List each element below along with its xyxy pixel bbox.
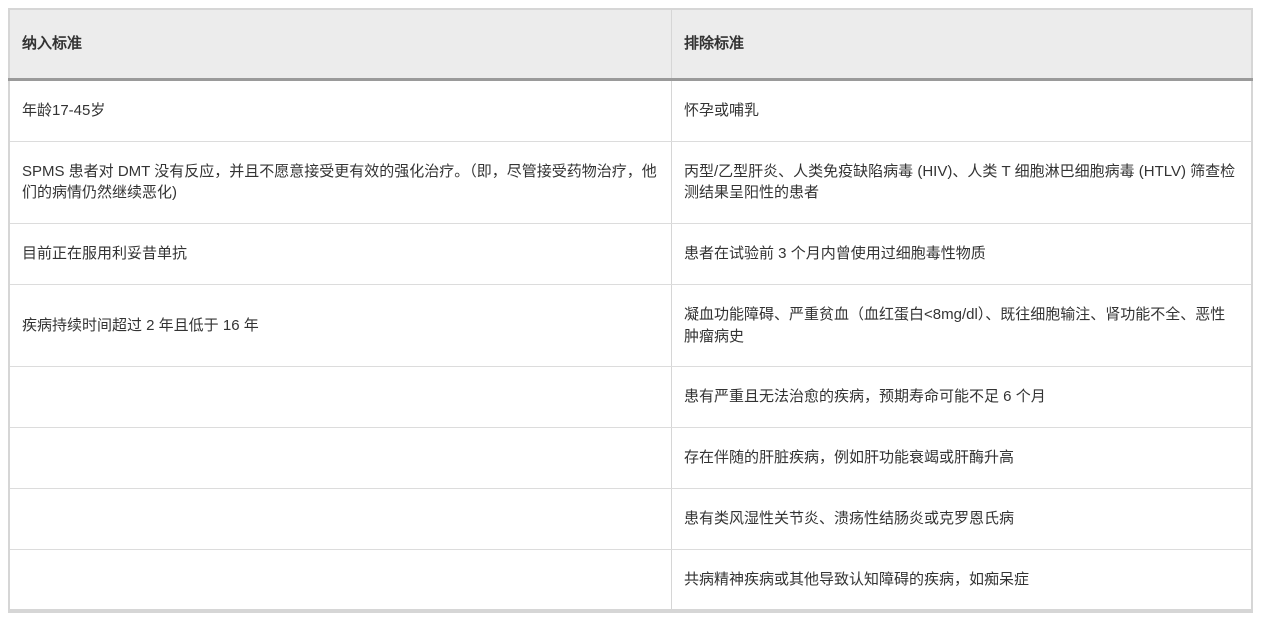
table-row: SPMS 患者对 DMT 没有反应，并且不愿意接受更有效的强化治疗。（即，尽管接… (9, 141, 1252, 224)
table-row: 患有类风湿性关节炎、溃疡性结肠炎或克罗恩氏病 (9, 488, 1252, 549)
exclusion-cell: 患有类风湿性关节炎、溃疡性结肠炎或克罗恩氏病 (672, 488, 1252, 549)
exclusion-cell: 患有严重且无法治愈的疾病，预期寿命可能不足 6 个月 (672, 367, 1252, 428)
inclusion-cell: 疾病持续时间超过 2 年且低于 16 年 (9, 284, 672, 367)
inclusion-cell (9, 428, 672, 489)
exclusion-cell: 共病精神疾病或其他导致认知障碍的疾病，如痴呆症 (672, 549, 1252, 611)
inclusion-criteria-header: 纳入标准 (9, 9, 672, 79)
table-row: 目前正在服用利妥昔单抗患者在试验前 3 个月内曾使用过细胞毒性物质 (9, 224, 1252, 285)
table-row: 年龄17-45岁怀孕或哺乳 (9, 79, 1252, 141)
inclusion-cell (9, 367, 672, 428)
inclusion-cell: 年龄17-45岁 (9, 79, 672, 141)
inclusion-cell (9, 549, 672, 611)
exclusion-cell: 丙型/乙型肝炎、人类免疫缺陷病毒 (HIV)、人类 T 细胞淋巴细胞病毒 (HT… (672, 141, 1252, 224)
table-row: 共病精神疾病或其他导致认知障碍的疾病，如痴呆症 (9, 549, 1252, 611)
inclusion-cell (9, 488, 672, 549)
exclusion-cell: 怀孕或哺乳 (672, 79, 1252, 141)
criteria-table: 纳入标准 排除标准 年龄17-45岁怀孕或哺乳SPMS 患者对 DMT 没有反应… (8, 8, 1253, 613)
criteria-table-body: 年龄17-45岁怀孕或哺乳SPMS 患者对 DMT 没有反应，并且不愿意接受更有… (9, 79, 1252, 611)
exclusion-cell: 凝血功能障碍、严重贫血（血红蛋白<8mg/dl）、既往细胞输注、肾功能不全、恶性… (672, 284, 1252, 367)
inclusion-cell: 目前正在服用利妥昔单抗 (9, 224, 672, 285)
table-row: 存在伴随的肝脏疾病，例如肝功能衰竭或肝酶升高 (9, 428, 1252, 489)
table-row: 患有严重且无法治愈的疾病，预期寿命可能不足 6 个月 (9, 367, 1252, 428)
exclusion-cell: 存在伴随的肝脏疾病，例如肝功能衰竭或肝酶升高 (672, 428, 1252, 489)
table-row: 疾病持续时间超过 2 年且低于 16 年凝血功能障碍、严重贫血（血红蛋白<8mg… (9, 284, 1252, 367)
exclusion-cell: 患者在试验前 3 个月内曾使用过细胞毒性物质 (672, 224, 1252, 285)
header-row: 纳入标准 排除标准 (9, 9, 1252, 79)
exclusion-criteria-header: 排除标准 (672, 9, 1252, 79)
criteria-table-header: 纳入标准 排除标准 (9, 9, 1252, 79)
inclusion-cell: SPMS 患者对 DMT 没有反应，并且不愿意接受更有效的强化治疗。（即，尽管接… (9, 141, 672, 224)
